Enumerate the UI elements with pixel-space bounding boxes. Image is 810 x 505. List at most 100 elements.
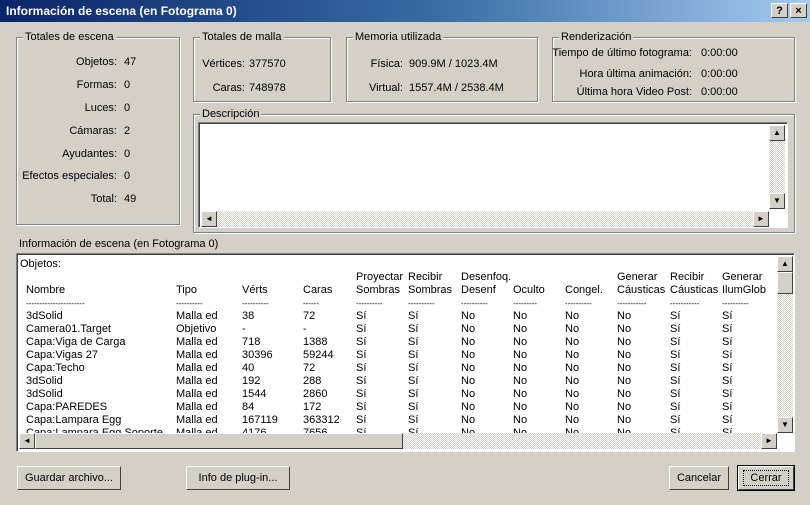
cell: Cáusticas	[670, 284, 719, 296]
cell: Sí	[408, 401, 419, 413]
close-button[interactable]: Cerrar	[737, 465, 795, 491]
window-title: Información de escena (en Fotograma 0)	[6, 4, 237, 18]
cell: Malla ed	[176, 362, 218, 374]
cell: 172	[303, 401, 322, 413]
memory-title: Memoria utilizada	[353, 30, 444, 44]
lights-value: 0	[124, 102, 131, 114]
scene-scroll-right-icon[interactable]: ►	[761, 433, 777, 449]
last-video-post-label: Última hora Video Post:	[576, 86, 692, 98]
scroll-left-icon[interactable]: ◄	[201, 211, 217, 227]
scene-info-vscrollbar[interactable]: ▲ ▼	[777, 256, 793, 433]
shapes-label: Formas:	[76, 79, 117, 91]
table-row: Capa:PAREDES Malla ed 84 172 Sí Sí No No No No Sí S…	[26, 401, 766, 414]
cell: Sí	[670, 336, 681, 348]
description-textarea[interactable]: ▲ ▼ ◄ ►	[198, 122, 788, 228]
cell: No	[565, 362, 580, 374]
scene-info-content: Objetos: Proyectar Recibir Desenfoq. Genera…	[20, 257, 777, 434]
cell	[242, 271, 303, 284]
cell: 59244	[303, 349, 334, 361]
cell: Sí	[356, 323, 367, 335]
cell: Malla ed	[176, 336, 218, 348]
scroll-down-icon[interactable]: ▼	[769, 193, 785, 209]
save-file-button[interactable]: Guardar archivo...	[17, 466, 121, 490]
cell: Malla ed	[176, 349, 218, 361]
scene-info-textarea[interactable]: Objetos: Proyectar Recibir Desenfoq. Genera…	[16, 253, 795, 452]
table-row: Capa:Techo Malla ed 40 72 Sí Sí No No No No Sí Sí	[26, 362, 766, 375]
cell: No	[461, 375, 476, 387]
cell: No	[565, 401, 580, 413]
special-effects-value: 0	[124, 170, 131, 182]
scene-vscroll-thumb[interactable]	[777, 272, 793, 294]
cell: Sí	[356, 349, 367, 361]
cell: No	[513, 349, 528, 361]
cell: Capa:Viga de Carga	[26, 336, 126, 348]
cell: No	[461, 414, 476, 426]
table-row: Capa:Vigas 27 Malla ed 30396 59244 Sí Sí No No N…	[26, 349, 766, 362]
cell: Sí	[670, 362, 681, 374]
scene-scroll-left-icon[interactable]: ◄	[19, 433, 35, 449]
cell: Congel.	[565, 284, 603, 296]
cell: Generar	[617, 271, 658, 283]
virtual-memory-value: 1557.4M / 2538.4M	[409, 82, 504, 94]
cell: ----------	[461, 299, 488, 308]
close-window-button[interactable]: ×	[790, 3, 807, 18]
cell: Sombras	[408, 284, 453, 296]
cell: Capa:PAREDES	[26, 401, 108, 413]
cell: ----------	[722, 299, 749, 308]
help-button[interactable]: ?	[771, 3, 788, 18]
scene-objects-table: Proyectar Recibir Desenfoq. Generar Recibir G…	[26, 271, 766, 434]
objects-label: Objetos:	[76, 56, 117, 68]
cell: IlumGlob	[722, 284, 767, 296]
cell: Capa:Techo	[26, 362, 85, 374]
cell: ----------	[565, 299, 592, 308]
cell: No	[513, 388, 528, 400]
cell: Malla ed	[176, 388, 218, 400]
scroll-right-icon[interactable]: ►	[753, 211, 769, 227]
cell: 167119	[242, 414, 278, 426]
objects-heading: Objetos:	[20, 258, 61, 270]
cell: No	[617, 401, 632, 413]
close-button-label: Cerrar	[743, 470, 789, 486]
cell: No	[513, 414, 528, 426]
cell: 2860	[303, 388, 328, 400]
table-header-row-1: Proyectar Recibir Desenfoq. Generar Recibir G…	[26, 271, 766, 284]
mesh-totals-title: Totales de malla	[200, 30, 284, 44]
cell: No	[461, 349, 476, 361]
cell: 1388	[303, 336, 328, 348]
cell: No	[617, 362, 632, 374]
table-separator-row: ---------------------- ---------- --------…	[26, 297, 766, 310]
last-animation-time-value: 0:00:00	[701, 68, 738, 80]
description-hscrollbar[interactable]: ◄ ►	[201, 211, 769, 227]
cell: No	[461, 388, 476, 400]
cell: Capa:Vigas 27	[26, 349, 98, 361]
scene-scroll-up-icon[interactable]: ▲	[777, 256, 793, 272]
cell: Sí	[722, 375, 733, 387]
plugin-info-button[interactable]: Info de plug-in...	[186, 466, 290, 490]
cell: Sí	[408, 375, 419, 387]
scroll-up-icon[interactable]: ▲	[769, 125, 785, 141]
cell	[303, 271, 356, 284]
cell: No	[617, 336, 632, 348]
cell: No	[617, 388, 632, 400]
cell: No	[461, 310, 476, 322]
cell: No	[461, 323, 476, 335]
cell: Sí	[670, 375, 681, 387]
scene-info-title: Información de escena (en Fotograma 0)	[19, 238, 219, 250]
description-vscrollbar[interactable]: ▲ ▼	[769, 125, 785, 209]
cell: Objetivo	[176, 323, 217, 335]
cell: Sí	[356, 388, 367, 400]
cell: Sí	[670, 310, 681, 322]
scene-hscroll-thumb[interactable]	[35, 433, 403, 449]
cell: 3dSolid	[26, 310, 63, 322]
cancel-button[interactable]: Cancelar	[669, 466, 729, 490]
vertices-label: Vértices:	[202, 58, 245, 70]
cell: Proyectar	[356, 271, 404, 283]
cell: Sí	[722, 349, 733, 361]
scene-scroll-down-icon[interactable]: ▼	[777, 417, 793, 433]
cell: No	[513, 323, 528, 335]
cell: Malla ed	[176, 401, 218, 413]
cell: ----------------------	[26, 299, 85, 308]
cell: ---------	[513, 299, 537, 308]
scene-info-hscrollbar[interactable]: ◄ ►	[19, 433, 777, 449]
table-row: Camera01.Target Objetivo - - Sí Sí No No No No Sí S…	[26, 323, 766, 336]
